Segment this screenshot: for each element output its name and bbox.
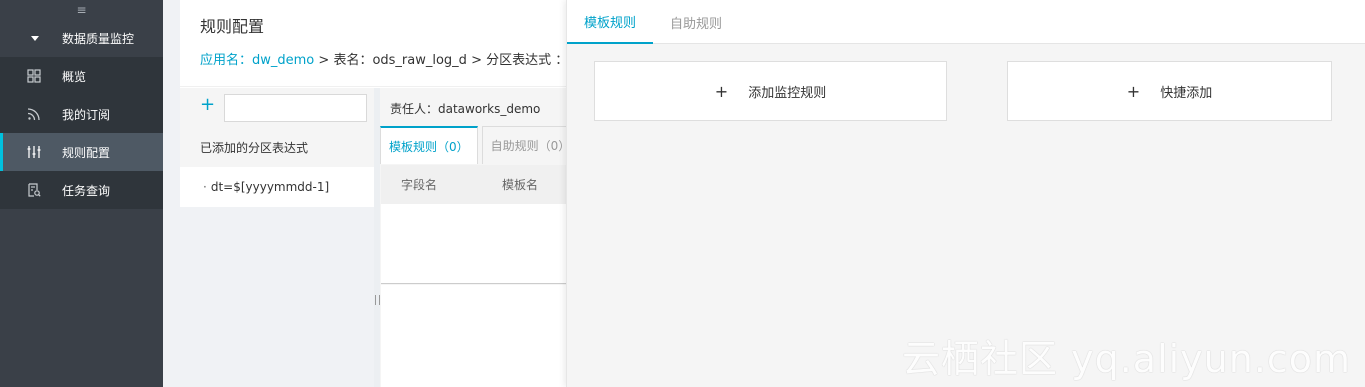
breadcrumb-app-link[interactable]: 应用名：dw_demo xyxy=(200,53,314,68)
sidebar-item-label: 概览 xyxy=(62,69,87,84)
gutter xyxy=(163,0,180,387)
add-partition-icon[interactable]: + xyxy=(200,96,216,114)
sliders-icon xyxy=(26,144,42,160)
panel-background xyxy=(180,207,374,387)
rule-tabs: 模板规则（0） 自助规则（0） xyxy=(380,126,583,164)
sidebar-item-label: 规则配置 xyxy=(62,145,111,160)
drawer-tab-template-rules[interactable]: 模板规则 xyxy=(567,0,654,44)
sidebar-item-subscriptions[interactable]: 我的订阅 xyxy=(0,95,163,133)
rule-drawer: 模板规则 自助规则 + 添加监控规则 + 快捷添加 云栖社区 yq.aliyun… xyxy=(566,0,1365,387)
plus-icon: + xyxy=(1126,81,1141,101)
collapse-menu-icon[interactable]: ≡ xyxy=(0,0,163,19)
bullet-icon: · xyxy=(203,180,207,194)
rss-icon xyxy=(26,106,42,122)
sidebar: ≡ 数据质量监控 概览 我的订阅 规则配置 任务查询 xyxy=(0,0,163,387)
plus-icon: + xyxy=(714,81,729,101)
partition-expression: dt=$[yyyymmdd-1] xyxy=(210,180,330,194)
rules-panel: 责任人：dataworks_demo 模板规则（0） 自助规则（0） 字段名 模… xyxy=(380,88,580,387)
breadcrumb-separator: > xyxy=(466,53,487,68)
breadcrumb-separator: > xyxy=(314,53,334,68)
partition-item[interactable]: · dt=$[yyyymmdd-1] xyxy=(180,167,374,207)
caret-down-icon xyxy=(31,35,39,41)
drawer-tabs: 模板规则 自助规则 xyxy=(567,0,1365,44)
table-footer-area xyxy=(381,285,566,387)
breadcrumb: 应用名：dw_demo > 表名：ods_raw_log_d > 分区表达式 ： xyxy=(200,49,568,68)
page-title: 规则配置 xyxy=(200,17,265,36)
grid-icon xyxy=(26,68,42,84)
quick-add-label: 快捷添加 xyxy=(1160,85,1213,101)
breadcrumb-table: 表名：ods_raw_log_d xyxy=(333,53,467,68)
tab-custom-rules[interactable]: 自助规则（0） xyxy=(481,126,580,164)
add-monitor-rule-label: 添加监控规则 xyxy=(748,85,827,101)
quick-add-button[interactable]: + 快捷添加 xyxy=(1007,61,1332,121)
sidebar-item-label: 任务查询 xyxy=(62,183,111,198)
drawer-tab-custom-rules[interactable]: 自助规则 xyxy=(653,0,739,44)
sidebar-group-data-quality[interactable]: 数据质量监控 xyxy=(0,19,163,57)
column-header-template: 模板名 xyxy=(502,178,539,192)
add-monitor-rule-button[interactable]: + 添加监控规则 xyxy=(594,61,947,121)
partition-search-input[interactable] xyxy=(224,94,367,122)
tab-template-rules[interactable]: 模板规则（0） xyxy=(380,126,478,164)
breadcrumb-partition: 分区表达式 ： xyxy=(486,53,569,68)
list-search-icon xyxy=(26,182,42,198)
sidebar-group-label: 数据质量监控 xyxy=(62,31,135,46)
owner-label: 责任人：dataworks_demo xyxy=(390,102,541,116)
sidebar-item-rule-config[interactable]: 规则配置 xyxy=(0,133,163,171)
table-header: 字段名 模板名 xyxy=(381,165,566,204)
sidebar-item-overview[interactable]: 概览 xyxy=(0,57,163,95)
added-partitions-label: 已添加的分区表达式 xyxy=(200,141,309,155)
partition-panel: + 已添加的分区表达式 · dt=$[yyyymmdd-1] xyxy=(180,88,374,207)
column-header-field: 字段名 xyxy=(401,178,438,192)
sidebar-item-task-query[interactable]: 任务查询 xyxy=(0,171,163,209)
sidebar-item-label: 我的订阅 xyxy=(62,107,111,122)
watermark: 云栖社区 yq.aliyun.com xyxy=(902,337,1352,381)
page-header: 规则配置 应用名：dw_demo > 表名：ods_raw_log_d > 分区… xyxy=(180,0,568,87)
table-body xyxy=(381,204,566,284)
